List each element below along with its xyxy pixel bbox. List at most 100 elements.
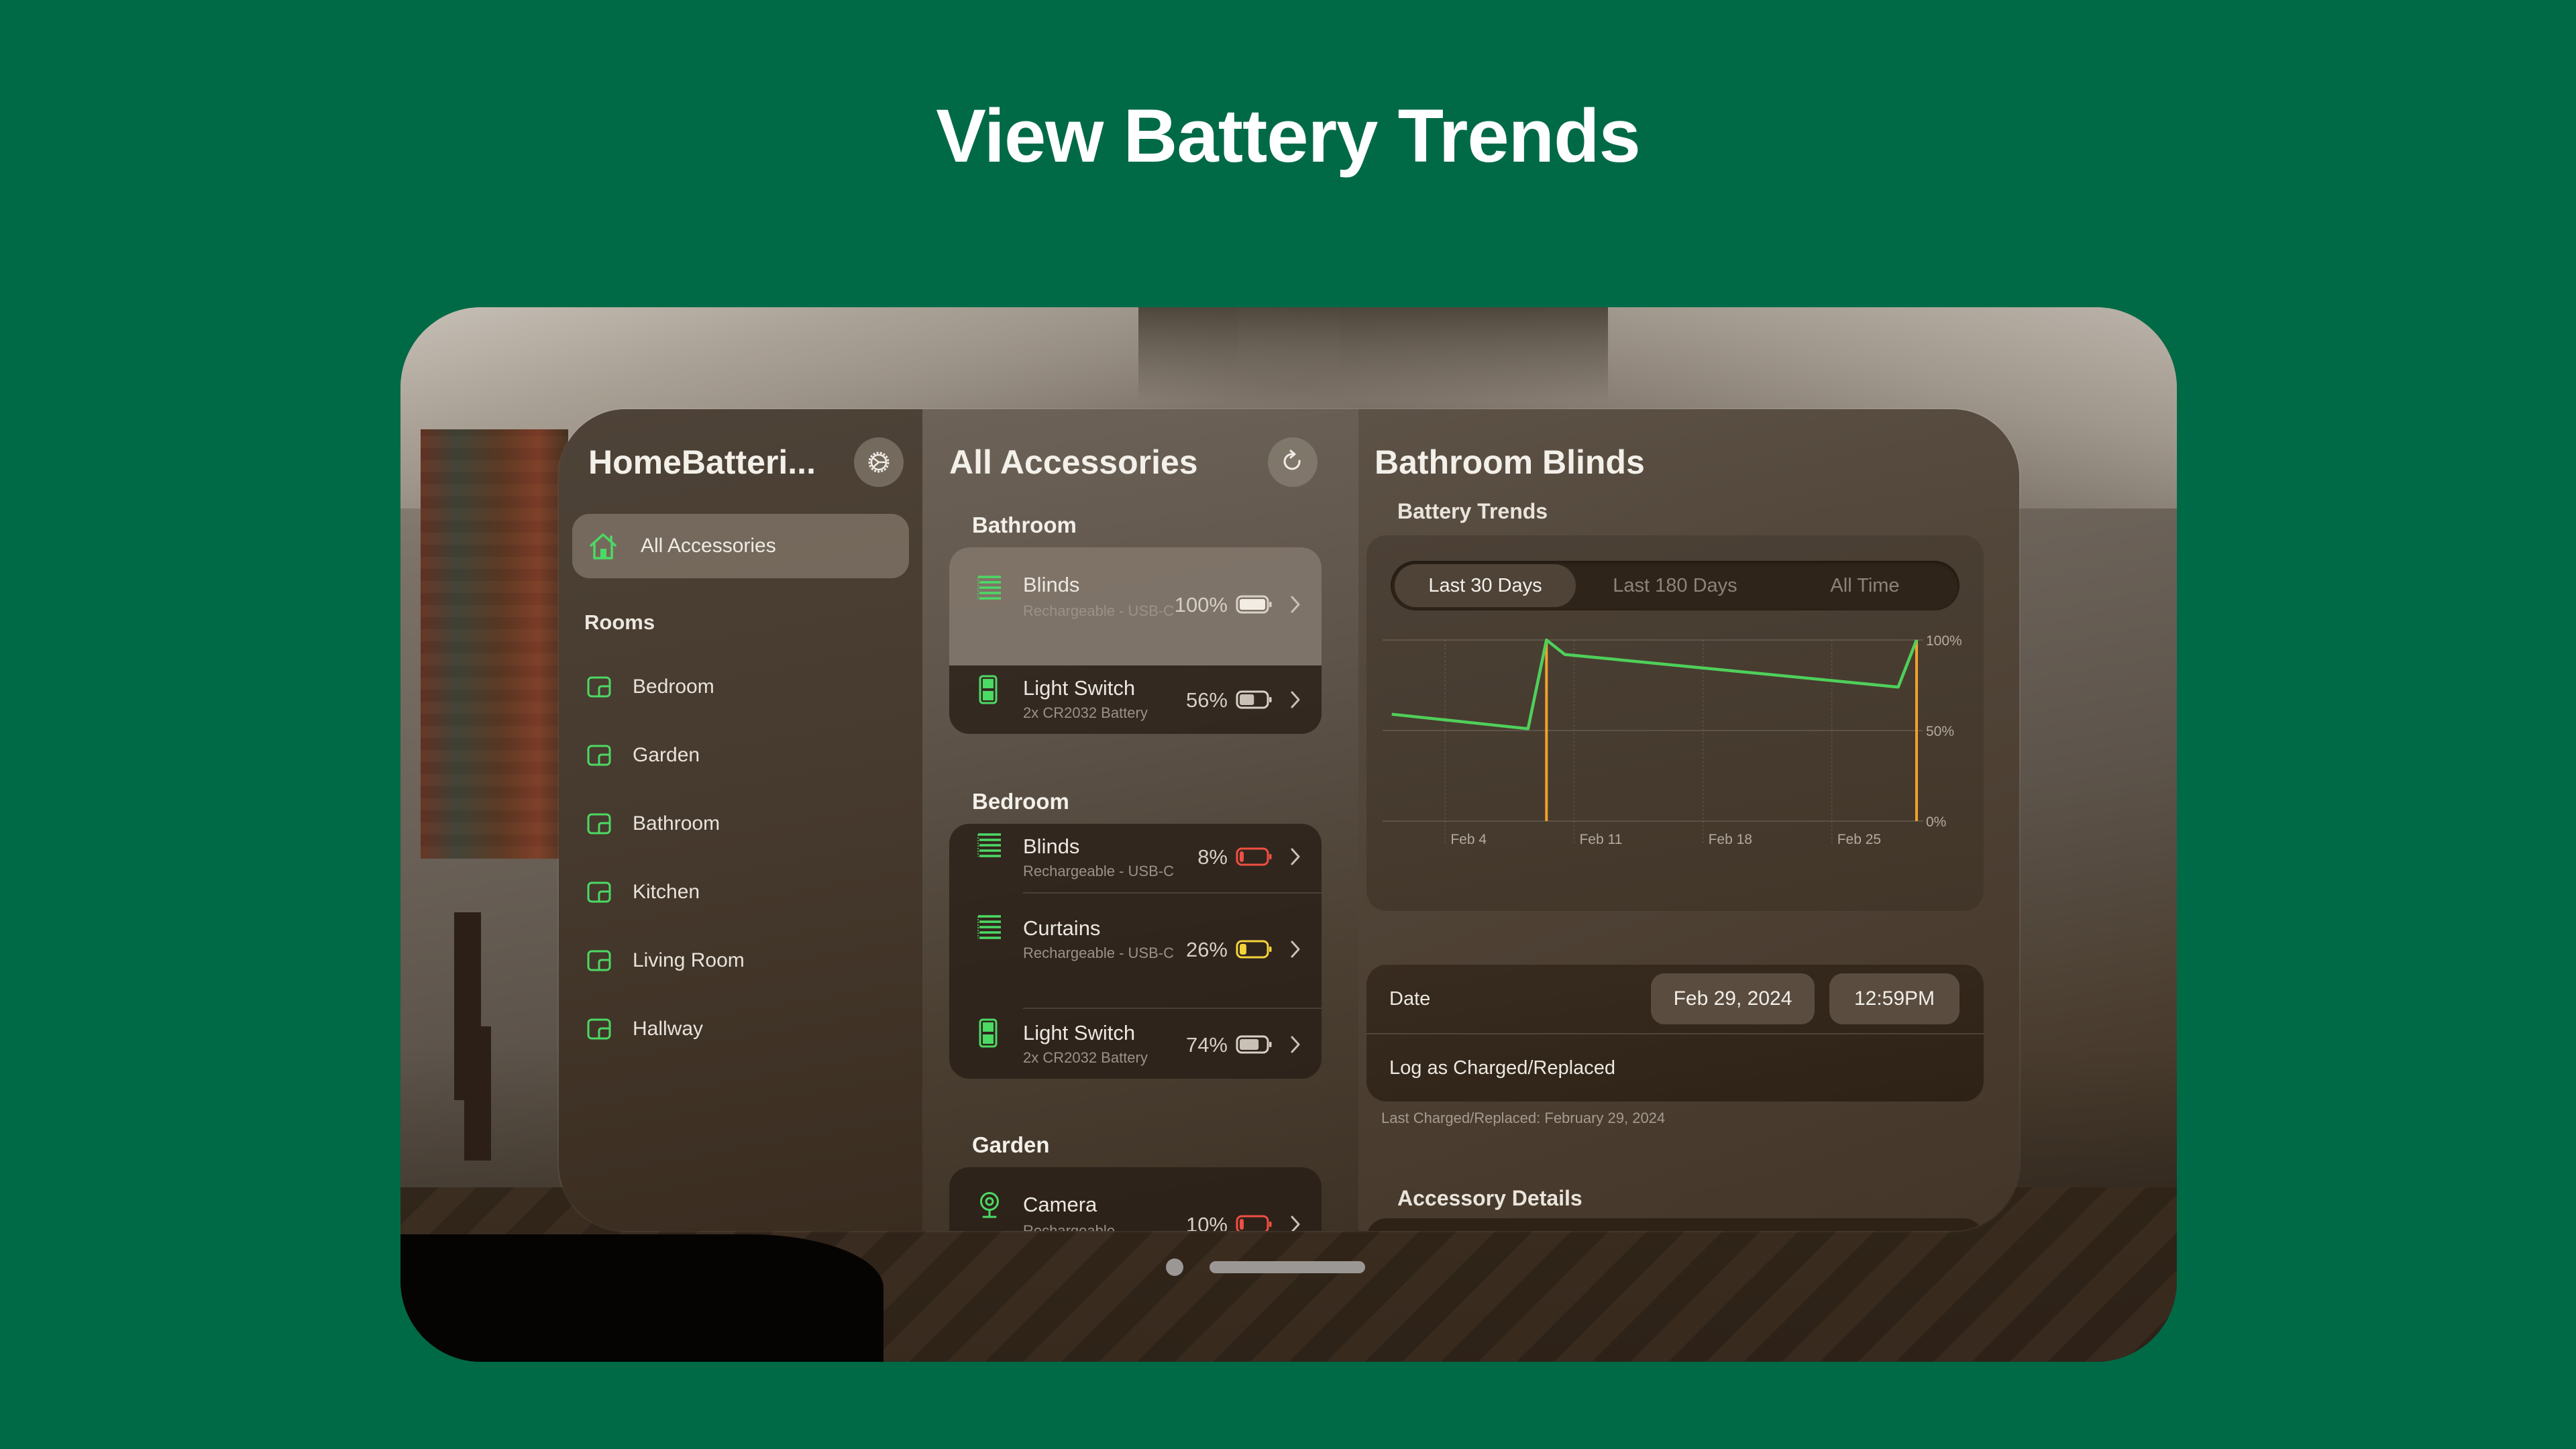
ceiling-recess	[1138, 307, 1608, 401]
sidebar-item-label: Bedroom	[633, 676, 714, 698]
log-charged-label: Log as Charged/Replaced	[1389, 1057, 1615, 1079]
time-range-segmented-control: Last 30 Days Last 180 Days All Time	[1391, 561, 1960, 610]
battery-percent: 74%	[1185, 1033, 1228, 1057]
room-icon	[587, 1018, 611, 1040]
x-tick-label: Feb 25	[1837, 832, 1881, 847]
chair-silhouette	[400, 1234, 883, 1362]
settings-button[interactable]	[854, 437, 904, 487]
battery-percent: 10%	[1185, 1213, 1228, 1231]
battery-trend-chart: 100% 50% 0% Feb 4 Feb 11 Feb 18 Feb 25	[1383, 633, 1962, 847]
accessory-row[interactable]: Light Switch 2x CR2032 Battery 56%	[949, 665, 1322, 734]
room-icon	[587, 813, 611, 835]
house-icon	[590, 533, 616, 559]
sidebar-item-label: Hallway	[633, 1018, 704, 1040]
group-label-bathroom: Bathroom	[972, 513, 1077, 537]
battery-icon	[1236, 1215, 1272, 1231]
group-card-bathroom: Blinds Rechargeable - USB-C 100% Light S…	[949, 547, 1322, 734]
group-card-bedroom: Blinds Rechargeable - USB-C 8% Curtains …	[949, 824, 1322, 1079]
battery-cap	[1269, 854, 1272, 859]
blinds-icon	[977, 576, 1001, 600]
sidebar-item-kitchen[interactable]: Kitchen	[587, 872, 700, 912]
accessory-row[interactable]: Blinds Rechargeable - USB-C 100%	[949, 547, 1322, 665]
accessory-name: Light Switch	[1023, 676, 1136, 700]
sidebar-item-label: Kitchen	[633, 881, 700, 903]
accessory-battery-type: Rechargeable - USB-C	[1023, 602, 1174, 619]
x-tick-label: Feb 4	[1450, 832, 1487, 847]
curtains-icon	[977, 915, 1001, 939]
battery-cap	[1269, 602, 1272, 607]
date-picker[interactable]: Feb 29, 2024	[1651, 973, 1815, 1024]
segment-last-180-days[interactable]: Last 180 Days	[1582, 564, 1768, 607]
switch-icon	[979, 1018, 998, 1048]
table-leg	[454, 912, 481, 1100]
x-tick-label: Feb 11	[1579, 832, 1622, 847]
accessory-details-card	[1366, 1218, 1984, 1231]
battery-cap	[1269, 1222, 1272, 1227]
sidebar-item-garden[interactable]: Garden	[587, 735, 700, 775]
sidebar-item-living-room[interactable]: Living Room	[587, 941, 745, 981]
battery-fill	[1240, 1039, 1259, 1050]
battery-percent: 8%	[1197, 845, 1228, 869]
battery-cap	[1269, 947, 1272, 952]
room-icon	[587, 745, 611, 766]
segment-last-30-days[interactable]: Last 30 Days	[1395, 564, 1576, 607]
sidebar-item-bedroom[interactable]: Bedroom	[587, 667, 714, 707]
battery-fill	[1240, 944, 1246, 955]
room-icon	[587, 676, 611, 698]
accessory-details-heading: Accessory Details	[1397, 1186, 1582, 1210]
last-charged-note: Last Charged/Replaced: February 29, 2024	[1381, 1110, 1666, 1126]
accessory-row[interactable]: Curtains Rechargeable - USB-C 26%	[949, 894, 1322, 1009]
group-label-garden: Garden	[972, 1132, 1050, 1157]
battery-fill	[1240, 599, 1265, 610]
detail-pane: Bathroom Blinds Battery Trends Last 30 D…	[1358, 409, 2019, 1231]
y-tick-label: 50%	[1926, 724, 1954, 739]
refresh-icon	[1283, 449, 1301, 470]
x-tick-label: Feb 18	[1709, 832, 1752, 847]
accessory-name: Light Switch	[1023, 1021, 1136, 1044]
log-charged-button[interactable]: Log as Charged/Replaced	[1366, 1034, 1984, 1102]
accessory-name: Curtains	[1023, 916, 1101, 940]
sidebar-item-all-accessories[interactable]: All Accessories	[572, 514, 909, 578]
app-title: HomeBatteri...	[588, 443, 816, 481]
battery-icon	[1236, 690, 1272, 709]
chevron-right-icon	[1291, 848, 1300, 865]
accessory-name: Blinds	[1023, 573, 1080, 596]
sidebar-item-label: All Accessories	[641, 535, 776, 557]
battery-trends-card: Last 30 Days Last 180 Days All Time 100%…	[1366, 535, 1984, 911]
chevron-right-icon	[1291, 596, 1300, 613]
time-picker[interactable]: 12:59PM	[1829, 973, 1960, 1024]
accessory-row[interactable]: Blinds Rechargeable - USB-C 8%	[949, 824, 1322, 894]
segment-all-time[interactable]: All Time	[1774, 564, 1955, 607]
rooms-heading: Rooms	[584, 610, 655, 634]
refresh-button[interactable]	[1268, 437, 1318, 487]
battery-icon	[1236, 1035, 1272, 1054]
sidebar-item-label: Garden	[633, 744, 700, 766]
accessory-battery-type: Rechargeable	[1023, 1222, 1115, 1231]
battery-percent: 100%	[1174, 593, 1228, 616]
sidebar-item-label: Living Room	[633, 949, 745, 971]
accessory-row[interactable]: Light Switch 2x CR2032 Battery 74%	[949, 1009, 1322, 1079]
battery-fill	[1240, 851, 1244, 862]
log-charge-card: Date Feb 29, 2024 12:59PM Log as Charged…	[1366, 965, 1984, 1102]
switch-icon	[979, 675, 998, 704]
accessory-list-pane: All Accessories Bathroom Blinds Recharge…	[922, 409, 1358, 1231]
wall-painting	[421, 429, 568, 859]
battery-icon	[1236, 940, 1272, 959]
battery-fill	[1240, 694, 1254, 705]
battery-percent: 56%	[1185, 688, 1228, 712]
blinds-icon	[977, 833, 1001, 857]
date-label: Date	[1389, 987, 1431, 1010]
battery-icon	[1236, 595, 1272, 614]
battery-fill	[1240, 1219, 1244, 1230]
page-dot[interactable]	[1166, 1258, 1183, 1276]
accessory-name: Camera	[1023, 1193, 1097, 1216]
accessory-name: Blinds	[1023, 835, 1080, 858]
accessory-row[interactable]: Camera Rechargeable 10%	[949, 1167, 1322, 1231]
battery-trends-heading: Battery Trends	[1397, 499, 1548, 523]
accessory-battery-type: Rechargeable - USB-C	[1023, 945, 1174, 961]
room-icon	[587, 950, 611, 971]
sidebar-item-hallway[interactable]: Hallway	[587, 1009, 703, 1049]
window-grabber[interactable]	[1210, 1261, 1365, 1273]
sidebar-item-bathroom[interactable]: Bathroom	[587, 804, 720, 844]
list-title: All Accessories	[949, 443, 1198, 481]
